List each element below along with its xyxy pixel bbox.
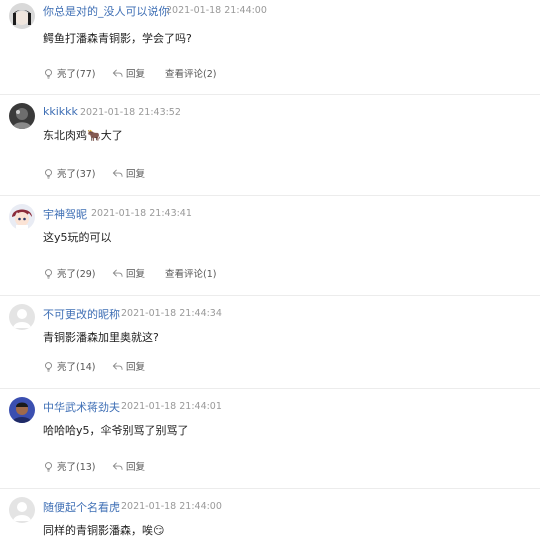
view-replies-label: 查看评论(2) [165,69,217,80]
comment-timestamp: 2021-01-18 21:44:00 [166,5,267,16]
comment-timestamp: 2021-01-18 21:43:52 [80,107,181,118]
like-button[interactable]: 亮了(29) [43,266,96,280]
reply-button[interactable]: 回复 [112,359,145,373]
lightbulb-icon [45,268,52,279]
like-button[interactable]: 亮了(77) [43,66,96,80]
reply-button[interactable]: 回复 [112,66,145,80]
reply-label: 回复 [126,69,146,80]
lightbulb-icon [45,68,52,79]
view-replies-button[interactable]: 查看评论(2) [165,66,216,80]
lightbulb-icon [45,361,52,372]
comment-username[interactable]: kkikkk [43,105,78,118]
view-replies-label: 查看评论(1) [165,269,217,280]
like-button[interactable]: 亮了(13) [43,459,96,473]
comment-username[interactable]: 中华武术蒋劲夫 [43,399,120,415]
comment-item: 随便起个名看虎 2021-01-18 21:44:00 同样的青铜影潘森，唉😏 [0,489,540,537]
comment-item: kkikkk 2021-01-18 21:43:52 东北肉鸡🐂大了 亮了(37… [0,95,540,196]
reply-button[interactable]: 回复 [112,459,145,473]
comment-timestamp: 2021-01-18 21:43:41 [91,208,192,219]
reply-label: 回复 [126,462,146,473]
like-count: 亮了(77) [57,69,96,80]
reply-icon [112,462,123,470]
reply-icon [112,69,123,77]
comment-item: 宇神驾昵 2021-01-18 21:43:41 这y5玩的可以 亮了(29) … [0,196,540,296]
lightbulb-icon [45,461,52,472]
comment-username[interactable]: 你总是对的_没人可以说你 [43,3,170,19]
reply-icon [112,169,123,177]
comment-timestamp: 2021-01-18 21:44:34 [121,308,222,319]
like-count: 亮了(13) [57,462,96,473]
reply-button[interactable]: 回复 [112,266,145,280]
avatar[interactable] [9,497,35,523]
avatar[interactable] [9,3,35,29]
comment-timestamp: 2021-01-18 21:44:00 [121,501,222,512]
like-button[interactable]: 亮了(14) [43,359,96,373]
comment-username[interactable]: 随便起个名看虎 [43,499,120,515]
lightbulb-icon [45,168,52,179]
view-replies-button[interactable]: 查看评论(1) [165,266,216,280]
comment-item: 不可更改的昵称 2021-01-18 21:44:34 青铜影潘森加里奥就这? … [0,296,540,389]
comment-text: 这y5玩的可以 [43,231,112,244]
comment-username[interactable]: 不可更改的昵称 [43,306,120,322]
comment-text: 青铜影潘森加里奥就这? [43,331,159,344]
like-count: 亮了(29) [57,269,96,280]
reply-label: 回复 [126,269,146,280]
comment-text: 同样的青铜影潘森，唉😏 [43,524,165,537]
reply-icon [112,362,123,370]
comment-text: 东北肉鸡🐂大了 [43,129,123,142]
reply-label: 回复 [126,169,146,180]
avatar[interactable] [9,204,35,230]
comment-text: 哈哈哈y5，伞爷别骂了别骂了 [43,424,189,437]
reply-label: 回复 [126,362,146,373]
avatar[interactable] [9,397,35,423]
comment-item: 中华武术蒋劲夫 2021-01-18 21:44:01 哈哈哈y5，伞爷别骂了别… [0,389,540,489]
comment-timestamp: 2021-01-18 21:44:01 [121,401,222,412]
comment-username[interactable]: 宇神驾昵 [43,206,87,222]
like-button[interactable]: 亮了(37) [43,166,96,180]
reply-button[interactable]: 回复 [112,166,145,180]
like-count: 亮了(14) [57,362,96,373]
like-count: 亮了(37) [57,169,96,180]
reply-icon [112,269,123,277]
comment-text: 鳄鱼打潘森青铜影，学会了吗? [43,32,192,45]
avatar[interactable] [9,103,35,129]
comment-item: 你总是对的_没人可以说你 2021-01-18 21:44:00 鳄鱼打潘森青铜… [0,0,540,95]
avatar[interactable] [9,304,35,330]
